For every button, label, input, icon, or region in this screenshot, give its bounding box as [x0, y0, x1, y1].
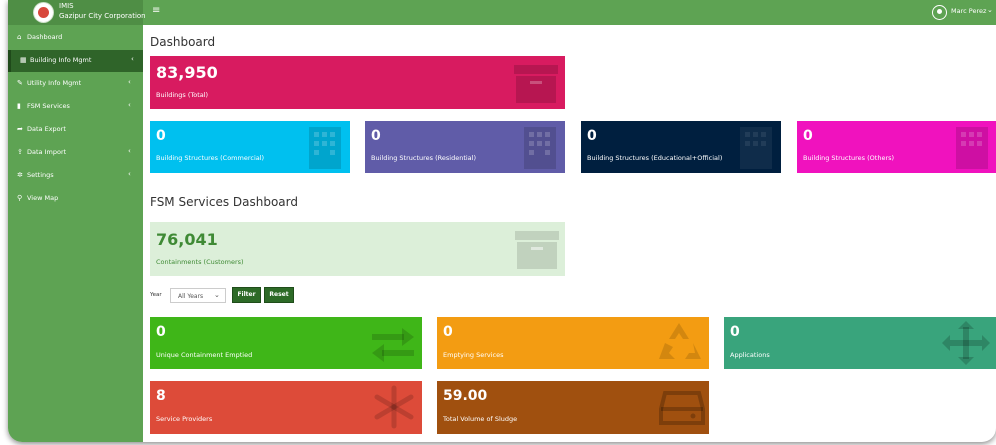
stat-label: Building Structures (Commercial) [156, 154, 265, 162]
stat-value: 59.00 [443, 388, 488, 404]
stat-value: 0 [156, 128, 166, 144]
chevron-down-icon: ⌄ [214, 291, 220, 299]
share-icon: ➦ [17, 125, 23, 133]
sidebar: ⌂ Dashboard ▦ Building Info Mgmt ‹ ✎ Uti… [8, 25, 143, 442]
menu-toggle-icon[interactable]: ≡ [152, 5, 160, 16]
structures-residential-box: 0 Building Structures (Residential) [365, 121, 565, 173]
stat-value: 76,041 [156, 230, 218, 249]
sidebar-item-view-map[interactable]: ⚲ View Map [8, 188, 143, 210]
structures-others-box: 0 Building Structures (Others) [797, 121, 996, 173]
stat-value: 0 [803, 128, 813, 144]
file-icon: ▮ [17, 102, 21, 110]
user-avatar-icon[interactable] [932, 5, 947, 20]
snowflake-icon [374, 385, 414, 429]
sidebar-item-data-export[interactable]: ➦ Data Export [8, 119, 143, 141]
stat-label: Buildings (Total) [156, 91, 209, 99]
sidebar-item-label: Building Info Mgmt [30, 56, 92, 64]
stat-label: Building Structures (Others) [803, 154, 895, 162]
service-providers-box: 8 Service Providers [150, 381, 422, 434]
wrench-icon: ✎ [17, 79, 23, 87]
building-icon [309, 127, 341, 169]
stat-value: 8 [156, 388, 166, 404]
organization-name: Gazipur City Corporation [59, 12, 146, 20]
structures-educational-official-box: 0 Building Structures (Educational+Offic… [581, 121, 781, 173]
user-name[interactable]: Marc Perez [951, 7, 986, 15]
stat-label: Containments (Customers) [156, 258, 244, 266]
top-navbar: IMIS Gazipur City Corporation ≡ Marc Per… [8, 0, 996, 25]
reset-button[interactable]: Reset [264, 287, 294, 303]
sidebar-item-building-info-mgmt[interactable]: ▦ Building Info Mgmt ‹ [8, 50, 143, 72]
map-marker-icon: ⚲ [17, 194, 23, 202]
sidebar-item-fsm-services[interactable]: ▮ FSM Services ‹ [8, 96, 143, 118]
sidebar-item-label: FSM Services [27, 102, 70, 110]
sidebar-item-dashboard[interactable]: ⌂ Dashboard [8, 27, 143, 49]
sidebar-item-utility-info-mgmt[interactable]: ✎ Utility Info Mgmt ‹ [8, 73, 143, 95]
applications-box: 0 Applications [724, 317, 996, 369]
arrows-move-icon [942, 321, 990, 365]
sidebar-item-label: Dashboard [27, 33, 63, 41]
chevron-left-icon: ‹ [128, 78, 131, 86]
chevron-down-icon[interactable]: ⌄ [987, 6, 993, 14]
sidebar-item-label: Data Export [27, 125, 66, 133]
recycle-icon [659, 323, 701, 359]
buildings-total-box: 83,950 Buildings (Total) [150, 56, 565, 109]
emptying-services-box: 0 Emptying Services [437, 317, 709, 369]
stat-label: Emptying Services [443, 351, 504, 359]
city-logo-icon [34, 3, 53, 22]
building-icon: ▦ [20, 56, 27, 64]
stat-value: 0 [730, 324, 740, 340]
stat-value: 0 [443, 324, 453, 340]
building-icon [740, 127, 772, 169]
home-icon: ⌂ [17, 33, 22, 41]
stat-value: 83,950 [156, 63, 218, 82]
sidebar-item-label: Data Import [27, 148, 67, 156]
structures-commercial-box: 0 Building Structures (Commercial) [150, 121, 350, 173]
app-name: IMIS [59, 2, 74, 10]
chevron-left-icon: ‹ [131, 55, 134, 63]
unique-containment-emptied-box: 0 Unique Containment Emptied [150, 317, 422, 369]
containments-box: 76,041 Containments (Customers) [150, 222, 565, 276]
exchange-icon [372, 328, 414, 362]
chevron-left-icon: ‹ [128, 101, 131, 109]
chevron-left-icon: ‹ [128, 147, 131, 155]
sidebar-item-label: Utility Info Mgmt [27, 79, 82, 87]
hdd-icon [659, 391, 705, 425]
building-icon [524, 127, 556, 169]
archive-box-icon [515, 231, 559, 269]
stat-value: 0 [371, 128, 381, 144]
sidebar-item-label: View Map [27, 194, 59, 202]
building-icon [956, 127, 988, 169]
sidebar-item-data-import[interactable]: ⇪ Data Import ‹ [8, 142, 143, 164]
stat-label: Building Structures (Educational+Officia… [587, 154, 723, 162]
stat-label: Unique Containment Emptied [156, 351, 253, 359]
section-title: FSM Services Dashboard [150, 195, 298, 209]
sidebar-item-settings[interactable]: ✲ Settings ‹ [8, 165, 143, 187]
stat-value: 0 [587, 128, 597, 144]
total-volume-sludge-box: 59.00 Total Volume of Sludge [437, 381, 709, 434]
brand[interactable]: IMIS Gazipur City Corporation [8, 0, 146, 25]
stat-label: Building Structures (Residential) [371, 154, 476, 162]
sidebar-item-label: Settings [27, 171, 54, 179]
archive-box-icon [514, 65, 558, 103]
year-select-value: All Years [178, 293, 204, 300]
upload-icon: ⇪ [17, 148, 23, 156]
stat-value: 0 [156, 324, 166, 340]
gear-icon: ✲ [17, 171, 23, 179]
filter-button[interactable]: Filter [232, 287, 261, 303]
year-label: Year [150, 292, 162, 298]
chevron-left-icon: ‹ [128, 170, 131, 178]
year-select[interactable]: All Years ⌄ [170, 288, 226, 303]
stat-label: Service Providers [156, 415, 213, 423]
stat-label: Applications [730, 351, 770, 359]
app-window: IMIS Gazipur City Corporation ≡ Marc Per… [8, 0, 996, 442]
stat-label: Total Volume of Sludge [443, 415, 518, 423]
page-title: Dashboard [150, 35, 216, 49]
